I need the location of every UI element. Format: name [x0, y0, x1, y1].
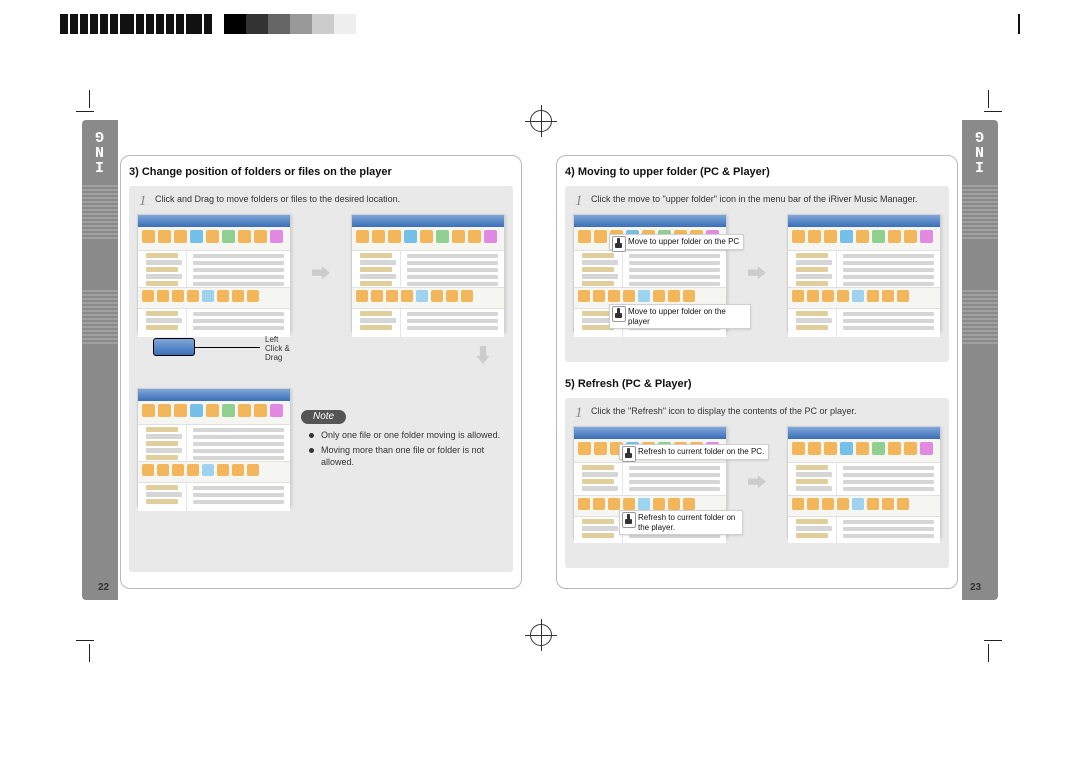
grayscale-wedge	[224, 14, 356, 34]
registration-mark-icon	[530, 110, 552, 132]
manual-page-left: 3) Change position of folders or files o…	[120, 155, 522, 589]
side-tab-left: ING	[82, 120, 118, 600]
section-heading: 5) Refresh (PC & Player)	[557, 368, 957, 392]
section-heading: 3) Change position of folders or files o…	[121, 156, 521, 180]
step-number-icon: 1	[139, 192, 147, 212]
instruction-panel: 1 Click the move to "upper folder" icon …	[565, 186, 949, 362]
callout-refresh-player: Refresh to current folder on the player.	[619, 510, 743, 535]
page-number-right: 23	[970, 582, 981, 593]
pointer-icon	[622, 446, 636, 462]
crop-mark	[72, 94, 90, 112]
app-screenshot	[137, 388, 291, 506]
step-number-icon: 1	[575, 192, 583, 212]
app-screenshot	[787, 214, 941, 332]
crop-tick	[1018, 14, 1020, 34]
arrow-right-icon	[748, 265, 766, 281]
step-number-icon: 1	[575, 404, 583, 424]
barcode-marks	[60, 14, 212, 34]
step-text: 1 Click and Drag to move folders or file…	[137, 194, 505, 206]
app-screenshot	[351, 214, 505, 332]
arrow-right-icon	[312, 265, 330, 281]
registration-mark-icon	[530, 624, 552, 646]
crop-mark	[72, 640, 90, 658]
callout-move-upper-player: Move to upper folder on the player	[609, 304, 751, 329]
callout-move-upper-pc: Move to upper folder on the PC	[609, 234, 744, 250]
note-item: Moving more than one file or folder is n…	[313, 445, 505, 468]
print-registration-bar	[60, 10, 1020, 38]
instruction-panel: 1 Click the "Refresh" icon to display th…	[565, 398, 949, 568]
app-screenshot	[787, 426, 941, 538]
instruction-panel: 1 Click and Drag to move folders or file…	[129, 186, 513, 572]
arrow-right-icon	[748, 474, 766, 490]
crop-mark	[988, 94, 1006, 112]
note-badge: Note	[301, 410, 346, 424]
crop-mark	[988, 640, 1006, 658]
page-number-left: 22	[98, 582, 109, 593]
note-block: Note Only one file or one folder moving …	[301, 388, 505, 506]
note-item: Only one file or one folder moving is al…	[313, 430, 505, 442]
pointer-icon	[622, 512, 636, 528]
callout-refresh-pc: Refresh to current folder on the PC.	[619, 444, 769, 460]
arrow-down-icon	[475, 346, 491, 364]
manual-page-right: 4) Moving to upper folder (PC & Player) …	[556, 155, 958, 589]
pointer-icon	[612, 306, 626, 322]
pointer-icon	[612, 236, 626, 252]
step-text: 1 Click the move to "upper folder" icon …	[573, 194, 941, 206]
step-text: 1 Click the "Refresh" icon to display th…	[573, 406, 941, 418]
app-screenshot	[137, 214, 291, 332]
side-tab-right: ING	[962, 120, 998, 600]
section-heading: 4) Moving to upper folder (PC & Player)	[557, 156, 957, 180]
